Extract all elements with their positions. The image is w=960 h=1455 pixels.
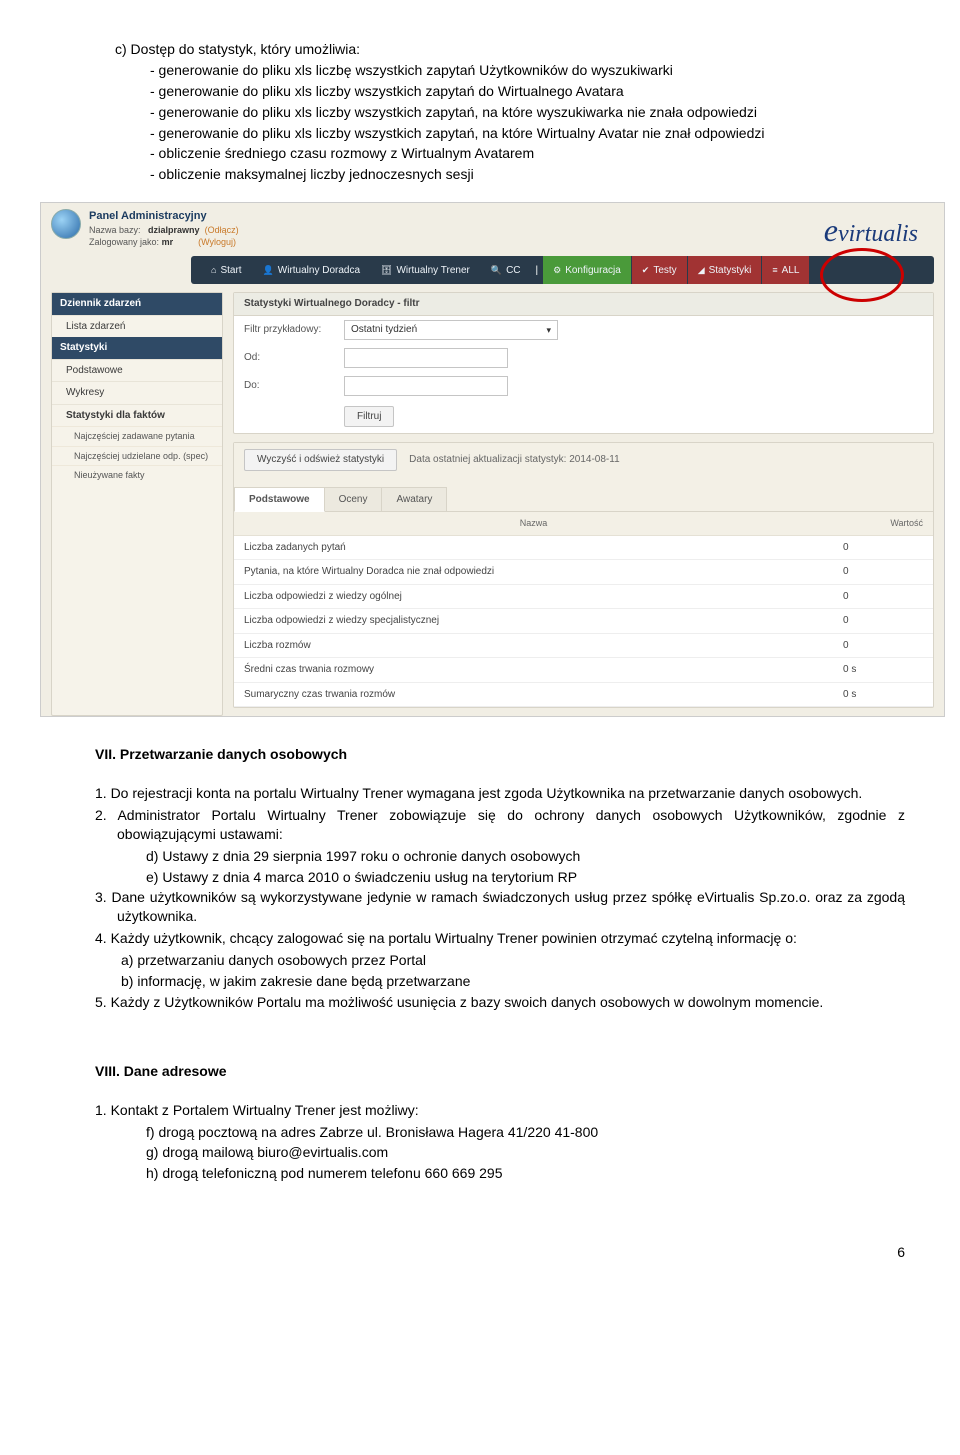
stats-box: Wyczyść i odśwież statystyki Data ostatn…	[233, 442, 934, 708]
disconnect-link[interactable]: (Odłącz)	[205, 225, 239, 235]
table-row: Liczba zadanych pytań0	[234, 535, 933, 560]
dash-item: - generowanie do pliku xls liczby wszyst…	[150, 124, 905, 143]
tab-awatary[interactable]: Awatary	[381, 487, 447, 512]
list-item: 5. Każdy z Użytkowników Portalu ma możli…	[117, 993, 905, 1012]
col-wartosc: Wartość	[833, 512, 933, 535]
dash-item: - generowanie do pliku xls liczby wszyst…	[150, 82, 905, 101]
dash-item: - obliczenie maksymalnej liczby jednocze…	[150, 165, 905, 184]
clear-refresh-button[interactable]: Wyczyść i odśwież statystyki	[244, 449, 397, 471]
nav-start[interactable]: ⌂Start	[201, 256, 252, 284]
user-icon: 👤	[263, 264, 274, 276]
list-item: 1. Kontakt z Portalem Wirtualny Trener j…	[117, 1101, 905, 1120]
sub-item: d) Ustawy z dnia 29 sierpnia 1997 roku o…	[170, 847, 905, 866]
sidebar-item-podstawowe[interactable]: Podstawowe	[52, 359, 222, 382]
dash-item: - obliczenie średniego czasu rozmowy z W…	[150, 144, 905, 163]
filter-preset-select[interactable]: Ostatni tydzień▾	[344, 320, 558, 340]
sidebar-item-fakty[interactable]: Statystyki dla faktów	[52, 404, 222, 427]
table-row: Pytania, na które Wirtualny Doradca nie …	[234, 560, 933, 585]
list-item: 3. Dane użytkowników są wykorzystywane j…	[117, 888, 905, 926]
gear-icon: ⚙	[553, 264, 561, 276]
admin-panel-screenshot: Panel Administracyjny Nazwa bazy: dzialp…	[40, 202, 945, 717]
last-update-text: Data ostatniej aktualizacji statystyk: 2…	[409, 453, 619, 467]
list-item: 4. Każdy użytkownik, chcący zalogować si…	[117, 929, 905, 948]
nav-trener[interactable]: 🗄Wirtualny Trener	[371, 256, 480, 284]
briefcase-icon: 🗄	[381, 264, 392, 276]
sidebar-item-lista[interactable]: Lista zdarzeń	[52, 315, 222, 338]
evirtualis-logo: evirtualis	[824, 209, 934, 252]
page-number: 6	[95, 1243, 905, 1262]
nav-divider: |	[532, 264, 543, 278]
sidebar: Dziennik zdarzeń Lista zdarzeń Statystyk…	[51, 292, 223, 716]
avatar-icon	[51, 209, 81, 239]
sub-item: h) drogą telefoniczną pod numerem telefo…	[170, 1164, 905, 1183]
sidebar-sub-pytania[interactable]: Najczęściej zadawane pytania	[52, 426, 222, 445]
list-item: 2. Administrator Portalu Wirtualny Trene…	[117, 806, 905, 844]
table-row: Liczba odpowiedzi z wiedzy specjalistycz…	[234, 609, 933, 634]
top-nav: ⌂Start 👤Wirtualny Doradca 🗄Wirtualny Tre…	[191, 256, 934, 284]
table-row: Średni czas trwania rozmowy0 s	[234, 658, 933, 683]
nav-cc[interactable]: 🔍CC	[481, 256, 531, 284]
section-vii-heading: VII. Przetwarzanie danych osobowych	[95, 745, 905, 764]
tab-oceny[interactable]: Oceny	[324, 487, 383, 512]
list-icon: ≡	[772, 264, 777, 276]
filter-label-preset: Filtr przykładowy:	[244, 323, 334, 337]
check-icon: ✔	[642, 264, 650, 276]
section-viii-heading: VIII. Dane adresowe	[95, 1062, 905, 1081]
nav-doradca[interactable]: 👤Wirtualny Doradca	[253, 256, 370, 284]
list-item-c: c) Dostęp do statystyk, który umożliwia:	[115, 40, 905, 59]
sidebar-heading-dziennik: Dziennik zdarzeń	[52, 293, 222, 315]
filter-box-heading: Statystyki Wirtualnego Doradcy - filtr	[234, 293, 933, 316]
table-row: Sumaryczny czas trwania rozmów0 s	[234, 682, 933, 707]
search-icon: 🔍	[491, 264, 502, 276]
sub-item: g) drogą mailową biuro@evirtualis.com	[170, 1143, 905, 1162]
dash-item: - generowanie do pliku xls liczby wszyst…	[150, 103, 905, 122]
nav-all[interactable]: ≡ALL	[762, 256, 809, 284]
sub-item: b) informację, w jakim zakresie dane będ…	[145, 972, 905, 991]
table-row: Liczba odpowiedzi z wiedzy ogólnej0	[234, 584, 933, 609]
sub-item: a) przetwarzaniu danych osobowych przez …	[145, 951, 905, 970]
filter-label-from: Od:	[244, 351, 334, 365]
nav-konfiguracja[interactable]: ⚙Konfiguracja	[543, 256, 631, 284]
chevron-down-icon: ▾	[546, 324, 551, 336]
dash-item: - generowanie do pliku xls liczbę wszyst…	[150, 61, 905, 80]
home-icon: ⌂	[211, 264, 216, 276]
main-area: Statystyki Wirtualnego Doradcy - filtr F…	[233, 292, 934, 716]
filter-box: Statystyki Wirtualnego Doradcy - filtr F…	[233, 292, 934, 434]
table-row: Liczba rozmów0	[234, 633, 933, 658]
sub-item: e) Ustawy z dnia 4 marca 2010 o świadcze…	[170, 868, 905, 887]
logout-link[interactable]: (Wyloguj)	[198, 237, 236, 247]
sidebar-heading-statystyki: Statystyki	[52, 337, 222, 359]
stats-tabs: Podstawowe Oceny Awatary	[234, 487, 933, 513]
list-item: 1. Do rejestracji konta na portalu Wirtu…	[117, 784, 905, 803]
filter-from-input[interactable]	[344, 348, 508, 368]
stats-table: Nazwa Wartość Liczba zadanych pytań0 Pyt…	[234, 512, 933, 707]
nav-testy[interactable]: ✔Testy	[632, 256, 687, 284]
filter-label-to: Do:	[244, 379, 334, 393]
meta-row: Nazwa bazy: dzialprawny (Odłącz)	[89, 224, 239, 236]
filter-button[interactable]: Filtruj	[344, 406, 394, 428]
nav-statystyki[interactable]: ◢Statystyki	[688, 256, 762, 284]
filter-to-input[interactable]	[344, 376, 508, 396]
col-nazwa: Nazwa	[234, 512, 833, 535]
sidebar-sub-odp[interactable]: Najczęściej udzielane odp. (spec)	[52, 446, 222, 465]
meta-row: Zalogowany jako: mr (Wyloguj)	[89, 236, 239, 248]
chart-icon: ◢	[698, 264, 705, 276]
sub-item: f) drogą pocztową na adres Zabrze ul. Br…	[170, 1123, 905, 1142]
panel-title: Panel Administracyjny	[89, 209, 239, 224]
tab-podstawowe[interactable]: Podstawowe	[234, 487, 325, 513]
sidebar-sub-nieuzywane[interactable]: Nieużywane fakty	[52, 465, 222, 484]
sidebar-item-wykresy[interactable]: Wykresy	[52, 381, 222, 404]
